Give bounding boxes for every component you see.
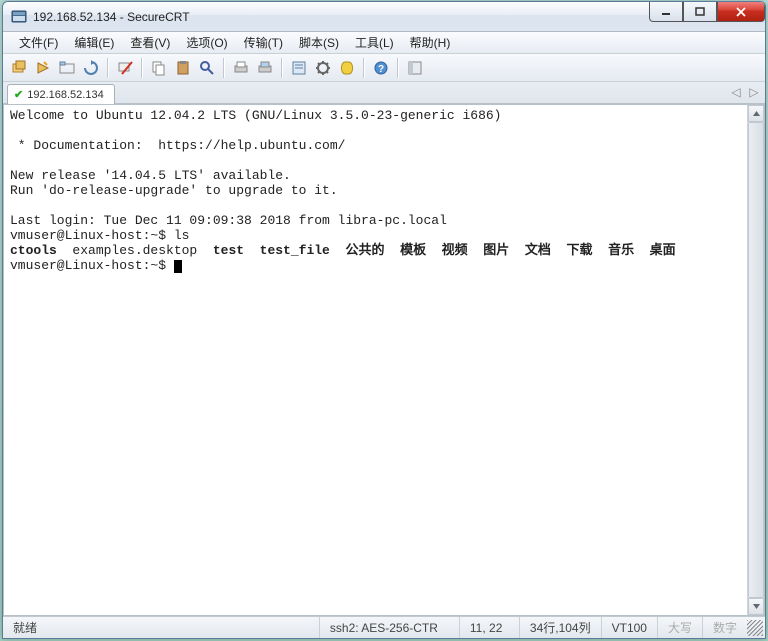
status-cursor-pos: 11, 22 xyxy=(460,617,520,638)
menu-options[interactable]: 选项(O) xyxy=(178,31,235,54)
cursor-icon xyxy=(174,260,182,273)
toolbar-separator xyxy=(363,58,365,78)
scrollbar-thumb[interactable] xyxy=(748,122,764,598)
help-button[interactable]: ? xyxy=(371,58,391,78)
terminal-line: Run 'do-release-upgrade' to upgrade to i… xyxy=(10,183,338,198)
session-tab-label: 192.168.52.134 xyxy=(27,89,103,101)
toolbar: ? xyxy=(3,54,765,82)
title-bar[interactable]: 192.168.52.134 - SecureCRT xyxy=(3,2,765,32)
menu-bar: 文件(F) 编辑(E) 查看(V) 选项(O) 传输(T) 脚本(S) 工具(L… xyxy=(3,32,765,54)
reconnect-button[interactable] xyxy=(81,58,101,78)
menu-transfer[interactable]: 传输(T) xyxy=(236,31,291,54)
toolbar-separator xyxy=(141,58,143,78)
minimize-button[interactable] xyxy=(649,2,683,22)
terminal-area: Welcome to Ubuntu 12.04.2 LTS (GNU/Linux… xyxy=(3,104,765,616)
ls-entry: ctools xyxy=(10,243,57,258)
print-button[interactable] xyxy=(231,58,251,78)
toolbar-separator xyxy=(107,58,109,78)
connected-check-icon: ✔ xyxy=(14,88,23,101)
resize-grip-icon[interactable] xyxy=(747,620,763,636)
window-title: 192.168.52.134 - SecureCRT xyxy=(33,10,190,24)
ls-entry: examples.desktop xyxy=(57,243,213,258)
session-options-button[interactable] xyxy=(289,58,309,78)
menu-file[interactable]: 文件(F) xyxy=(11,31,66,54)
tab-scroll-left-icon[interactable]: ◁ xyxy=(729,85,743,99)
menu-script[interactable]: 脚本(S) xyxy=(291,31,347,54)
terminal-prompt: vmuser@Linux-host:~$ xyxy=(10,258,174,273)
menu-help[interactable]: 帮助(H) xyxy=(402,31,459,54)
status-size: 34行,104列 xyxy=(520,617,602,638)
status-bar: 就绪 ssh2: AES-256-CTR 11, 22 34行,104列 VT1… xyxy=(3,616,765,638)
status-cipher: ssh2: AES-256-CTR xyxy=(320,617,460,638)
terminal-line: Welcome to Ubuntu 12.04.2 LTS (GNU/Linux… xyxy=(10,108,501,123)
menu-view[interactable]: 查看(V) xyxy=(122,31,178,54)
connect-button[interactable] xyxy=(9,58,29,78)
disconnect-button[interactable] xyxy=(115,58,135,78)
maximize-button[interactable] xyxy=(683,2,717,22)
menu-tools[interactable]: 工具(L) xyxy=(347,31,402,54)
find-button[interactable] xyxy=(197,58,217,78)
terminal-line: Last login: Tue Dec 11 09:09:38 2018 fro… xyxy=(10,213,447,228)
scroll-down-button[interactable] xyxy=(748,598,764,615)
terminal-prompt: vmuser@Linux-host:~$ xyxy=(10,228,174,243)
session-tab-active[interactable]: ✔ 192.168.52.134 xyxy=(7,84,115,104)
session-tab-bar: ✔ 192.168.52.134 ◁ ▷ xyxy=(3,82,765,104)
terminal-line: * Documentation: https://help.ubuntu.com… xyxy=(10,138,345,153)
app-window: 192.168.52.134 - SecureCRT 文件(F) 编辑(E) 查… xyxy=(2,1,766,639)
print-screen-button[interactable] xyxy=(255,58,275,78)
close-button[interactable] xyxy=(717,2,765,22)
toolbar-separator xyxy=(281,58,283,78)
global-options-button[interactable] xyxy=(313,58,333,78)
connect-tab-button[interactable] xyxy=(57,58,77,78)
svg-text:?: ? xyxy=(378,64,384,75)
status-term-type: VT100 xyxy=(602,617,658,638)
terminal[interactable]: Welcome to Ubuntu 12.04.2 LTS (GNU/Linux… xyxy=(4,105,747,615)
paste-button[interactable] xyxy=(173,58,193,78)
vertical-scrollbar[interactable] xyxy=(747,105,764,615)
status-caps: 大写 xyxy=(658,617,703,638)
keymap-button[interactable] xyxy=(337,58,357,78)
status-ready: 就绪 xyxy=(3,617,320,638)
menu-edit[interactable]: 编辑(E) xyxy=(66,31,122,54)
toolbar-separator xyxy=(223,58,225,78)
scroll-up-button[interactable] xyxy=(748,105,764,122)
app-icon xyxy=(11,9,27,25)
status-num: 数字 xyxy=(703,617,747,638)
window-buttons xyxy=(649,2,765,22)
ls-entry: test test_file 公共的 模板 视频 图片 文档 下载 音乐 桌面 xyxy=(213,243,676,258)
terminal-line: New release '14.04.5 LTS' available. xyxy=(10,168,291,183)
toggle-session-manager-button[interactable] xyxy=(405,58,425,78)
terminal-command: ls xyxy=(174,228,190,243)
tab-scroll-right-icon[interactable]: ▷ xyxy=(747,85,761,99)
toolbar-separator xyxy=(397,58,399,78)
copy-button[interactable] xyxy=(149,58,169,78)
quick-connect-button[interactable] xyxy=(33,58,53,78)
